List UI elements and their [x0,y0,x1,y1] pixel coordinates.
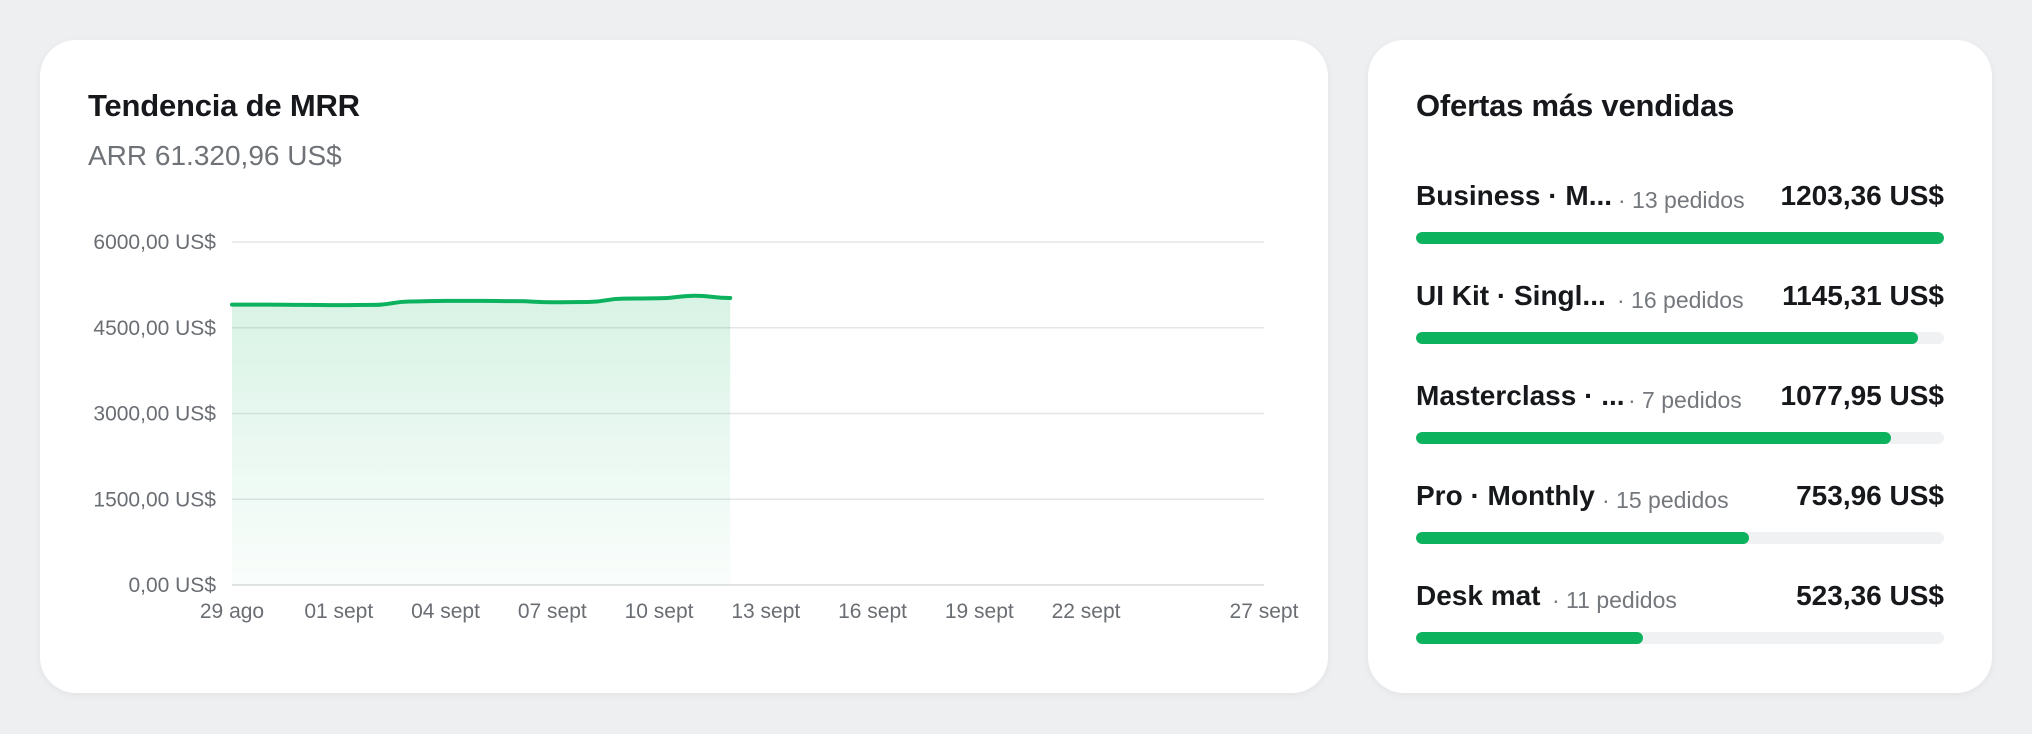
offer-bar-fill [1416,232,1944,244]
mrr-area-fill [232,295,731,585]
offer-bar-track [1416,232,1944,244]
offer-bar-fill [1416,532,1749,544]
offer-name: Business · M... [1416,180,1613,211]
x-tick-label: 07 sept [518,600,587,623]
offer-bar-track [1416,332,1944,344]
y-tick-label: 4500,00 US$ [93,317,216,340]
x-tick-label: 01 sept [304,600,373,623]
offer-item[interactable]: Masterclass · ... · 7 pedidos 1077,95 US… [1416,380,1944,460]
x-tick-label: 27 sept [1230,600,1299,623]
x-tick-label: 10 sept [625,600,694,623]
offer-item[interactable]: UI Kit · Singl... · 16 pedidos 1145,31 U… [1416,280,1944,360]
mrr-trend-card: Tendencia de MRR ARR 61.320,96 US$ 0,00 … [40,40,1328,693]
offer-name: UI Kit · Singl... [1416,280,1606,311]
offer-orders: · 16 pedidos [1617,287,1744,313]
offer-orders: · 13 pedidos [1618,187,1745,213]
offer-bar-fill [1416,432,1892,444]
offer-item[interactable]: Pro · Monthly · 15 pedidos 753,96 US$ [1416,480,1944,560]
mrr-chart: 0,00 US$ 1500,00 US$ 3000,00 US$ 4500,00 US… [93,231,1299,623]
offer-bar-fill [1416,632,1644,644]
offer-bar-track [1416,632,1944,644]
offer-amount: 1145,31 US$ [1782,280,1944,311]
x-tick-label: 16 sept [838,600,907,623]
offer-item[interactable]: Business · M... · 13 pedidos 1203,36 US$ [1416,180,1944,260]
y-tick-label: 0,00 US$ [128,574,216,597]
offer-bar-track [1416,432,1944,444]
x-tick-label: 22 sept [1052,600,1121,623]
offer-amount: 1077,95 US$ [1780,380,1944,411]
offer-bar-fill [1416,332,1918,344]
offer-amount: 753,96 US$ [1796,480,1944,511]
top-offers-card: Ofertas más vendidas Business · M... · 1… [1368,40,1992,693]
y-tick-label: 1500,00 US$ [93,488,216,511]
y-tick-label: 3000,00 US$ [93,403,216,426]
offer-orders: · 11 pedidos [1552,587,1677,613]
offer-name: Pro · Monthly [1416,480,1595,511]
offer-name: Desk mat [1416,580,1541,611]
x-tick-label: 04 sept [411,600,480,623]
x-tick-label: 19 sept [945,600,1014,623]
offer-amount: 1203,36 US$ [1780,180,1944,211]
y-tick-label: 6000,00 US$ [93,231,216,254]
x-tick-label: 29 ago [200,600,264,623]
offer-name: Masterclass · ... [1416,380,1625,411]
offer-bar-track [1416,532,1944,544]
offer-orders: · 15 pedidos [1602,487,1729,513]
offers-card-title: Ofertas más vendidas [1416,88,1735,123]
offer-amount: 523,36 US$ [1796,580,1944,611]
offer-item[interactable]: Desk mat · 11 pedidos 523,36 US$ [1416,580,1944,660]
offer-orders: · 7 pedidos [1628,387,1742,413]
x-tick-label: 13 sept [731,600,800,623]
